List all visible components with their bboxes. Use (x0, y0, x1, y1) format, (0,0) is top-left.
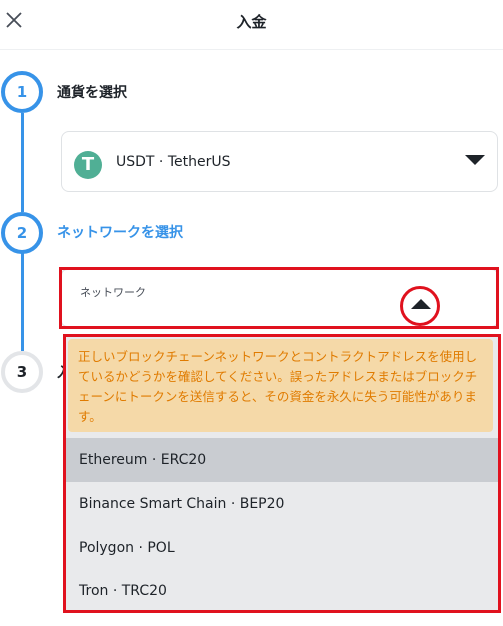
currency-value: USDT · TetherUS (116, 154, 231, 170)
network-option-tron[interactable]: Tron · TRC20 (66, 569, 498, 613)
network-option-ethereum[interactable]: Ethereum · ERC20 (66, 438, 498, 482)
step-2-indicator: 2 (1, 212, 43, 254)
step-1-indicator: 1 (1, 71, 43, 113)
step-2-label: ネットワークを選択 (57, 225, 183, 241)
timeline-line-2 (21, 251, 24, 351)
network-select[interactable]: ネットワーク (61, 269, 498, 327)
network-dropdown: 正しいブロックチェーンネットワークとコントラクトアドレスを使用しているかどうかを… (66, 337, 498, 610)
tether-icon: T (74, 151, 102, 179)
step-1-label: 通貨を選択 (57, 85, 127, 101)
network-warning: 正しいブロックチェーンネットワークとコントラクトアドレスを使用しているかどうかを… (68, 339, 493, 432)
network-option-bsc[interactable]: Binance Smart Chain · BEP20 (66, 482, 498, 526)
caret-down-icon (465, 155, 485, 165)
page-title: 入金 (236, 13, 267, 31)
network-label: ネットワーク (80, 286, 146, 299)
currency-select[interactable]: T USDT · TetherUS (61, 131, 498, 192)
caret-up-icon[interactable] (411, 299, 431, 309)
timeline-line-1 (21, 113, 24, 212)
step-3-indicator: 3 (1, 351, 43, 393)
network-option-polygon[interactable]: Polygon · POL (66, 526, 498, 570)
header: 入金 (0, 0, 503, 50)
